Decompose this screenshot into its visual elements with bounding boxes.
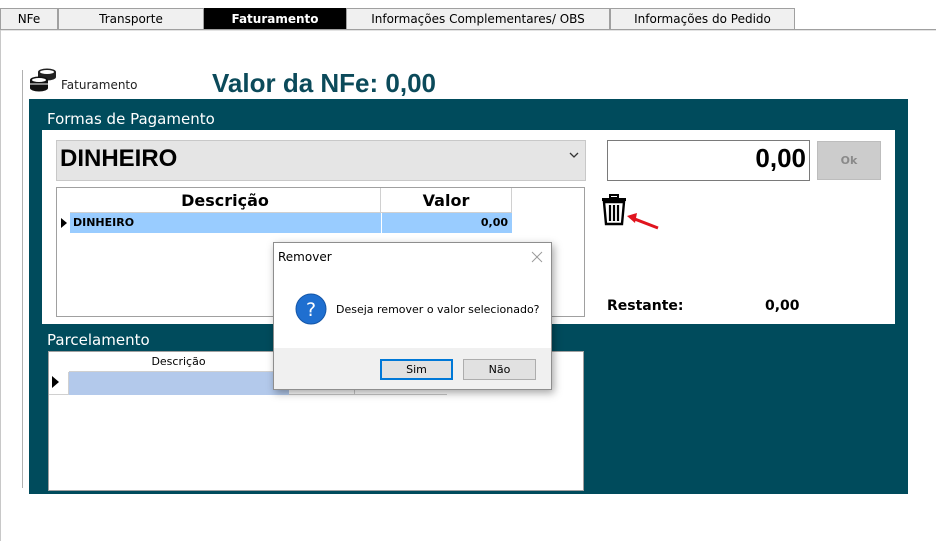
table-cell-descricao: DINHEIRO xyxy=(73,216,135,229)
table-row[interactable] xyxy=(69,372,289,395)
restante-value: 0,00 xyxy=(765,298,800,314)
chevron-down-icon[interactable] xyxy=(568,150,580,160)
group-frame xyxy=(22,70,23,488)
question-icon: ? xyxy=(295,293,327,325)
close-icon[interactable] xyxy=(531,251,543,263)
tab-informacoes-pedido[interactable]: Informações do Pedido xyxy=(610,8,795,29)
restante-label: Restante: xyxy=(607,298,684,314)
page-frame-left xyxy=(0,30,1,541)
red-arrow-icon xyxy=(627,213,659,230)
ok-button[interactable]: Ok xyxy=(817,141,881,180)
formas-pagamento-label: Formas de Pagamento xyxy=(47,110,215,128)
section-label: Faturamento xyxy=(61,78,138,92)
tab-transporte[interactable]: Transporte xyxy=(58,8,204,29)
coins-icon xyxy=(30,68,56,92)
dialog-message: Deseja remover o valor selecionado? xyxy=(336,303,540,316)
row-indicator-icon xyxy=(52,376,59,388)
column-header-valor[interactable]: Valor xyxy=(381,188,512,213)
value-input-text: 0,00 xyxy=(755,143,806,173)
tab-divider-shadow xyxy=(0,30,936,31)
column-header-descricao[interactable]: Descrição xyxy=(70,188,381,213)
tab-informacoes-complementares[interactable]: Informações Complementares/ OBS xyxy=(346,8,610,29)
payment-method-value: DINHEIRO xyxy=(60,145,178,172)
tab-nfe[interactable]: NFe xyxy=(0,8,58,29)
dialog-title: Remover xyxy=(278,250,332,264)
tab-bar: NFe Transporte Faturamento Informações C… xyxy=(0,0,936,31)
column-header-parcela-descricao[interactable]: Descrição xyxy=(69,352,289,372)
page-title: Valor da NFe: 0,00 xyxy=(212,68,436,98)
yes-button[interactable]: Sim xyxy=(380,359,453,380)
no-button[interactable]: Não xyxy=(463,359,536,380)
tab-faturamento[interactable]: Faturamento xyxy=(204,8,346,30)
svg-text:?: ? xyxy=(306,299,316,321)
parcelamento-label: Parcelamento xyxy=(47,331,150,349)
row-indicator-icon xyxy=(61,218,67,228)
table-cell-valor: 0,00 xyxy=(480,216,508,229)
